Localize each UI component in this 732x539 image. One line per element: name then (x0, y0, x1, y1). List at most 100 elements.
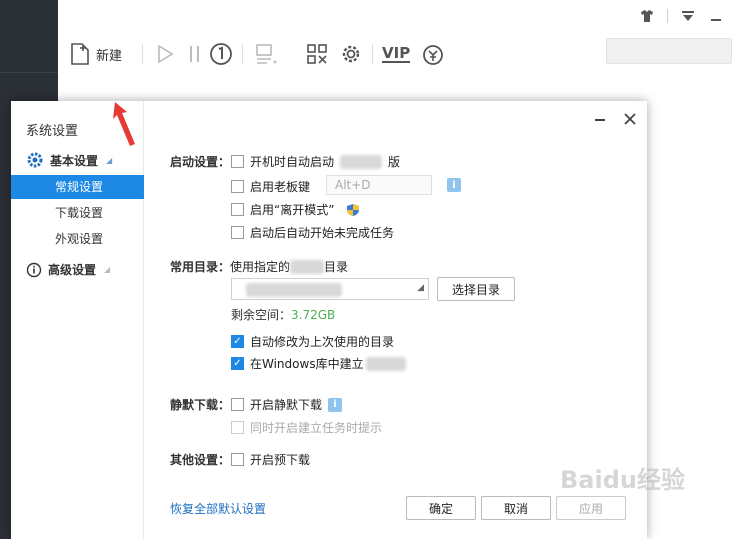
cancel-button[interactable]: 取消 (481, 496, 551, 520)
sidebar-item-download[interactable]: 下载设置 (11, 201, 144, 225)
dialog-window-controls (593, 111, 637, 127)
minimize-icon[interactable] (708, 8, 724, 24)
auto-resume-checkbox[interactable] (231, 226, 244, 239)
redacted-text (290, 259, 325, 274)
main-toolbar: 新建 VIP (58, 36, 732, 76)
app-left-panel-edge (0, 100, 10, 539)
info-icon[interactable]: i (447, 178, 461, 192)
free-space-label: 剩余空间： (231, 308, 292, 322)
info-circle-icon (26, 262, 42, 277)
dialog-title: 系统设置 (26, 124, 79, 139)
pause-button[interactable] (182, 40, 208, 68)
startup-section-label: 启动设置： (170, 155, 231, 169)
windows-library-option[interactable]: ✓ 在Windows库中建立 (231, 355, 406, 372)
disk-icon (254, 41, 280, 67)
auto-resume-option[interactable]: 启动后自动开始未完成任务 (231, 224, 394, 241)
directory-description: 使用指定的 目录 (230, 258, 348, 275)
settings-dialog: 系统设置 基本设置 ◢ 常规设置 下载设置 外观设置 高级设置 ◢ 启动设置： … (11, 101, 647, 539)
task-prompt-label: 同时开启建立任务时提示 (250, 421, 383, 435)
speed-limit-icon (208, 41, 234, 67)
task-prompt-option[interactable]: 同时开启建立任务时提示 (231, 419, 382, 436)
sidebar-group-basic[interactable]: 基本设置 ◢ (26, 151, 112, 169)
toolbar-divider (242, 44, 243, 64)
free-space-text: 剩余空间：3.72GB (231, 306, 335, 323)
windows-library-label: 在Windows库中建立 (250, 357, 364, 371)
minimize-icon[interactable] (593, 111, 607, 127)
away-mode-option[interactable]: 启用“离开模式” (231, 201, 360, 218)
directory-text-a: 使用指定的 (230, 260, 291, 274)
gear-icon (27, 152, 43, 168)
directory-section-label: 常用目录： (170, 260, 231, 274)
auto-last-dir-label: 自动修改为上次使用的目录 (250, 335, 395, 349)
vip-label: VIP (382, 44, 411, 63)
windows-library-checkbox[interactable]: ✓ (231, 357, 244, 370)
redacted-path (246, 283, 342, 297)
silent-download-option[interactable]: 开启静默下载 i (231, 396, 343, 413)
sidebar-group-basic-label: 基本设置 (50, 153, 99, 168)
search-input[interactable] (606, 38, 732, 64)
info-icon[interactable]: i (328, 397, 343, 412)
silent-download-checkbox[interactable] (231, 398, 244, 411)
new-task-label: 新建 (96, 48, 123, 64)
watermark: Baidu经验 (560, 466, 685, 494)
task-prompt-checkbox[interactable] (231, 421, 244, 434)
toolbar-divider (142, 44, 143, 64)
annotation-arrow-icon (113, 102, 135, 146)
sidebar-item-general[interactable]: 常规设置 (11, 175, 144, 199)
pause-icon (182, 41, 208, 67)
toolbar-divider (372, 44, 373, 64)
coin-icon (420, 41, 446, 67)
apps-grid-icon (304, 41, 330, 67)
boss-key-hotkey-input[interactable]: Alt+D (326, 175, 432, 195)
apply-button[interactable]: 应用 (556, 496, 626, 520)
silent-section-label: 静默下载： (170, 398, 231, 412)
play-icon (152, 41, 178, 67)
boss-key-option[interactable]: 启用老板键 (231, 178, 310, 195)
auto-start-label-tail: 版 (388, 155, 401, 169)
away-mode-label: 启用“离开模式” (250, 203, 335, 217)
settings-button[interactable] (338, 40, 364, 68)
pre-download-label: 开启预下载 (250, 453, 311, 467)
left-panel-divider (0, 72, 58, 73)
other-section-label: 其他设置： (170, 453, 231, 467)
restore-defaults-link[interactable]: 恢复全部默认设置 (170, 500, 266, 517)
ok-button[interactable]: 确定 (406, 496, 476, 520)
close-icon[interactable] (623, 111, 637, 127)
sidebar-item-appearance[interactable]: 外观设置 (11, 227, 144, 251)
skin-icon[interactable] (639, 8, 655, 24)
auto-start-label: 开机时自动启动 (250, 155, 335, 169)
redacted-text (340, 154, 383, 169)
auto-last-dir-checkbox[interactable]: ✓ (231, 335, 244, 348)
expand-triangle-icon: ◢ (106, 155, 113, 165)
auto-start-option[interactable]: 开机时自动启动 版 (231, 153, 400, 170)
away-mode-checkbox[interactable] (231, 203, 244, 216)
dropdown-arrow-icon: ◢ (417, 283, 424, 293)
sidebar-group-advanced[interactable]: 高级设置 ◢ (26, 261, 110, 278)
auto-start-checkbox[interactable] (231, 155, 244, 168)
sidebar-group-advanced-label: 高级设置 (48, 263, 97, 277)
pre-download-checkbox[interactable] (231, 453, 244, 466)
directory-select[interactable]: ◢ (231, 278, 429, 300)
speed-limit-button[interactable] (208, 40, 234, 68)
apps-button[interactable] (304, 40, 330, 68)
wallet-button[interactable] (420, 40, 446, 68)
vip-button[interactable]: VIP (382, 40, 411, 68)
boss-key-checkbox[interactable] (231, 180, 244, 193)
menu-icon[interactable] (680, 8, 696, 24)
boss-key-label: 启用老板键 (250, 180, 311, 194)
pre-download-option[interactable]: 开启预下载 (231, 451, 310, 468)
choose-directory-button[interactable]: 选择目录 (437, 277, 515, 301)
new-task-button[interactable]: 新建 (70, 40, 122, 68)
redacted-text (365, 356, 406, 371)
auto-resume-label: 启动后自动开始未完成任务 (250, 226, 395, 240)
dialog-sidebar: 系统设置 基本设置 ◢ 常规设置 下载设置 外观设置 高级设置 ◢ (11, 101, 144, 539)
shield-icon (347, 203, 360, 216)
auto-last-dir-option[interactable]: ✓ 自动修改为上次使用的目录 (231, 333, 394, 350)
disk-button[interactable] (254, 40, 280, 68)
start-button[interactable] (152, 40, 178, 68)
app-title-bar (58, 0, 732, 36)
free-space-value: 3.72GB (291, 308, 336, 322)
expand-triangle-icon: ◢ (104, 265, 111, 274)
directory-text-b: 目录 (324, 260, 349, 274)
gear-icon (338, 41, 364, 67)
